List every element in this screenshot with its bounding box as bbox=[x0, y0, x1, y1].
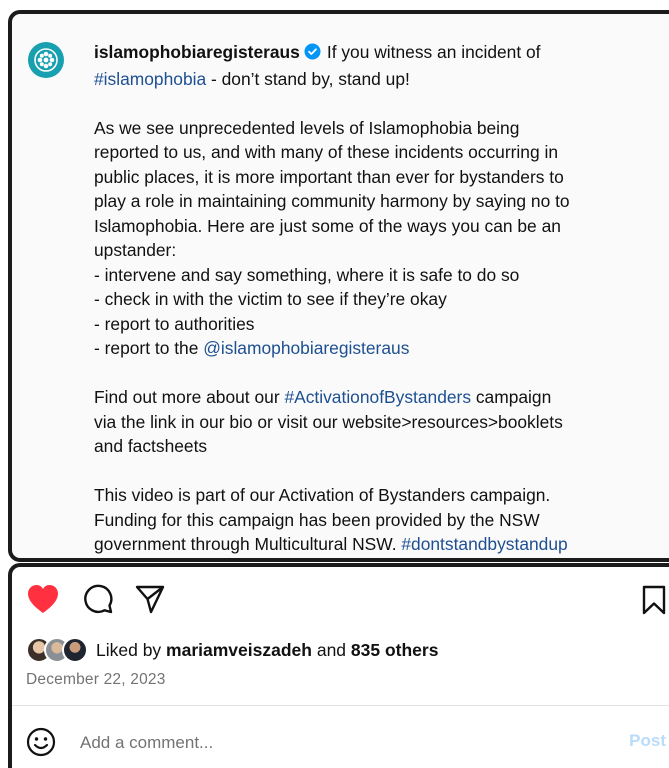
comment-composer: Post bbox=[26, 727, 666, 757]
caption-line: Islamophobia. Here are just some of the … bbox=[94, 215, 561, 236]
likes-others-link[interactable]: 835 others bbox=[351, 640, 439, 660]
caption-line: play a role in maintaining community har… bbox=[94, 191, 570, 211]
action-bar bbox=[24, 583, 669, 619]
caption-line: reported to us, and with many of these i… bbox=[94, 142, 559, 162]
caption-line: via the link in our bio or visit our web… bbox=[94, 411, 563, 432]
bookmark-icon[interactable] bbox=[641, 585, 667, 620]
caption-text: campaign bbox=[471, 387, 552, 407]
comment-icon[interactable] bbox=[82, 583, 114, 620]
caption-line: public places, it is more important than… bbox=[94, 166, 564, 187]
profile-avatar[interactable] bbox=[28, 42, 64, 78]
post-footer: Liked by mariamveiszadeh and 835 others … bbox=[8, 563, 669, 768]
caption-list-item: - check in with the victim to see if the… bbox=[94, 289, 447, 309]
mention-link[interactable]: @islamophobiaregisteraus bbox=[203, 338, 409, 358]
likes-text: Liked by mariamveiszadeh and 835 others bbox=[96, 640, 438, 661]
username-link[interactable]: islamophobiaregisteraus bbox=[94, 42, 300, 62]
smiley-icon[interactable] bbox=[26, 727, 56, 762]
caption-line: and factsheets bbox=[94, 436, 208, 456]
post-caption: islamophobiaregisteraus If you witness an… bbox=[94, 40, 654, 558]
likes-summary: Liked by mariamveiszadeh and 835 others bbox=[26, 637, 438, 663]
caption-list-item: - report to the bbox=[94, 338, 204, 358]
comment-input[interactable] bbox=[78, 729, 582, 757]
avatar bbox=[62, 637, 88, 663]
caption-text: government through Multicultural NSW. bbox=[94, 534, 402, 554]
liker-avatars[interactable] bbox=[26, 637, 88, 663]
caption-line: This video is part of our Activation of … bbox=[94, 485, 551, 505]
caption-intro-end: - don’t stand by, stand up! bbox=[206, 68, 410, 89]
hashtag-activationofbystanders[interactable]: #ActivationofBystanders bbox=[284, 387, 471, 407]
hashtag-dontstandbystandup[interactable]: #dontstandbystandup bbox=[401, 534, 567, 554]
caption-panel: islamophobiaregisteraus If you witness an… bbox=[8, 10, 669, 562]
post-button[interactable]: Post bbox=[629, 731, 666, 751]
heart-filled-icon[interactable] bbox=[26, 583, 60, 620]
caption-line: As we see unprecedented levels of Islamo… bbox=[94, 117, 520, 138]
caption-line: upstander: bbox=[94, 240, 177, 260]
caption-line: Funding for this campaign has been provi… bbox=[94, 509, 540, 530]
post-date: December 22, 2023 bbox=[26, 671, 166, 688]
likes-middle: and bbox=[311, 639, 351, 660]
hashtag-islamophobia[interactable]: #islamophobia bbox=[94, 69, 206, 89]
verified-badge-icon bbox=[304, 42, 321, 67]
likes-prefix: Liked by bbox=[96, 639, 167, 660]
caption-text: Find out more about our bbox=[94, 387, 285, 407]
caption-list-item: - report to authorities bbox=[94, 313, 255, 334]
divider bbox=[12, 705, 669, 706]
liker-username-link[interactable]: mariamveiszadeh bbox=[166, 640, 312, 660]
caption-intro: If you witness an incident of bbox=[326, 42, 541, 62]
share-icon[interactable] bbox=[134, 583, 166, 620]
flower-logo-icon bbox=[34, 48, 58, 72]
caption-list-item: - intervene and say something, where it … bbox=[94, 264, 520, 285]
